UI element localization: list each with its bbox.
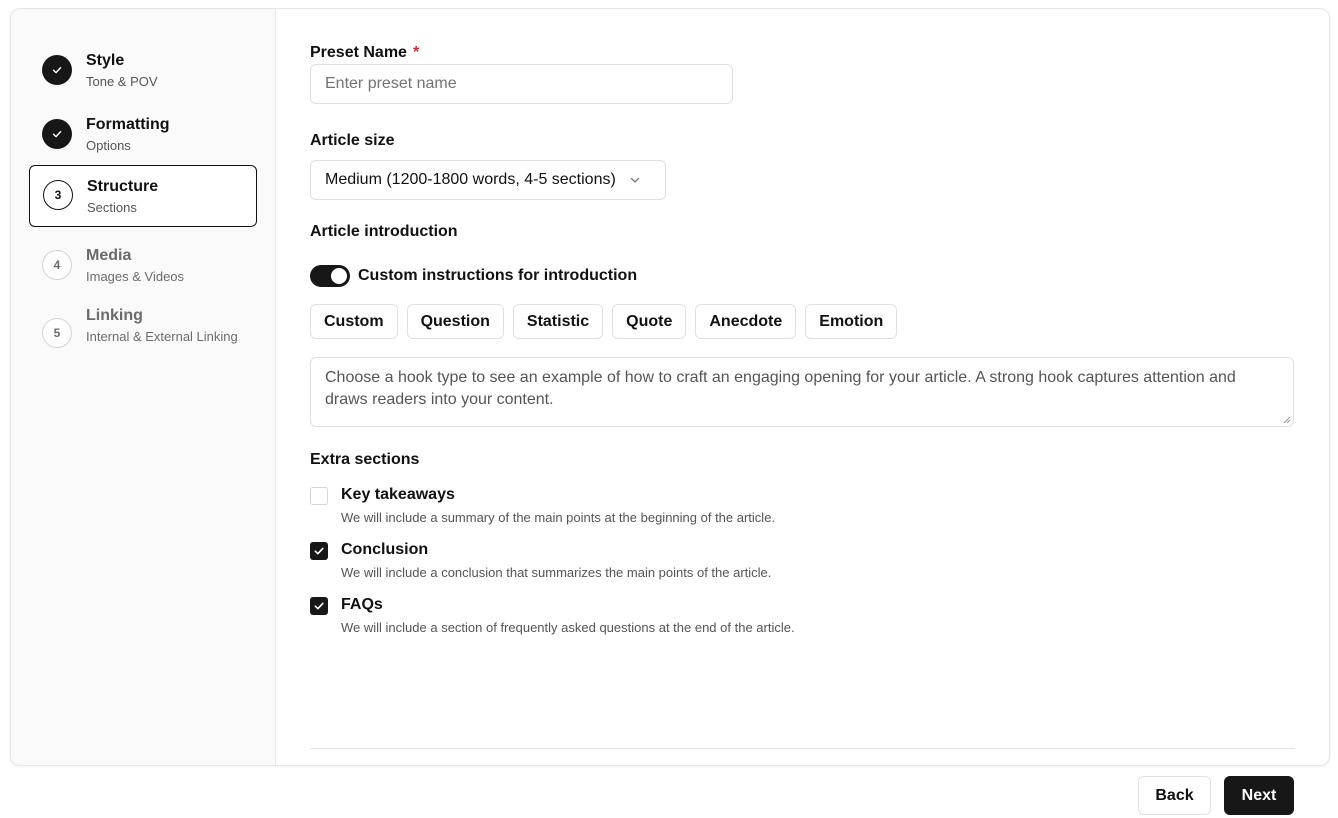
structure-form: Preset Name * Article size Medium (1200-1… [310, 9, 1295, 765]
hook-quote-button[interactable]: Quote [612, 304, 687, 339]
key-takeaways-checkbox[interactable] [310, 487, 328, 505]
step-subtitle: Internal & External Linking [86, 329, 238, 344]
step-style[interactable]: Style Tone & POV [29, 43, 257, 105]
resize-handle-icon[interactable] [1283, 416, 1291, 424]
footer-divider [310, 748, 1295, 749]
step-title: Style [86, 52, 125, 69]
conclusion-title: Conclusion [341, 541, 429, 558]
step-linking[interactable]: 5 Linking Internal & External Linking [29, 302, 257, 374]
conclusion-checkbox[interactable] [310, 542, 328, 560]
intro-instructions-text: Choose a hook type to see an example of … [325, 369, 1236, 408]
extra-sections-label: Extra sections [310, 451, 420, 468]
wizard-card: Style Tone & POV Formatting Options 3 St… [10, 8, 1330, 766]
hook-emotion-button[interactable]: Emotion [805, 304, 898, 339]
check-icon [314, 602, 324, 610]
article-introduction-label: Article introduction [310, 223, 458, 240]
key-takeaways-title: Key takeaways [341, 486, 455, 503]
step-subtitle: Tone & POV [86, 74, 158, 89]
faqs-checkbox[interactable] [310, 597, 328, 615]
step-subtitle: Images & Videos [86, 269, 185, 284]
required-mark: * [412, 44, 420, 61]
toggle-knob [331, 268, 347, 284]
article-size-label: Article size [310, 132, 395, 149]
step-title: Media [86, 247, 132, 264]
step-formatting[interactable]: Formatting Options [29, 107, 257, 169]
preset-name-label: Preset Name * [310, 44, 419, 62]
step-media[interactable]: 4 Media Images & Videos [29, 238, 257, 300]
faqs-title: FAQs [341, 596, 383, 613]
hook-question-button[interactable]: Question [406, 304, 504, 339]
check-icon [42, 119, 72, 149]
hook-type-buttons: Custom Question Statistic Quote Anecdote… [310, 304, 898, 339]
step-structure[interactable]: 3 Structure Sections [29, 165, 257, 227]
step-number: 3 [43, 180, 73, 210]
back-button[interactable]: Back [1138, 776, 1211, 815]
check-icon [314, 547, 324, 555]
step-title: Structure [87, 178, 159, 195]
preset-name-label-text: Preset Name [310, 44, 407, 61]
custom-intro-toggle-label: Custom instructions for introduction [358, 267, 638, 284]
preset-name-input[interactable] [310, 64, 733, 104]
article-size-value: Medium (1200-1800 words, 4-5 sections) [325, 171, 616, 188]
intro-instructions-textarea[interactable]: Choose a hook type to see an example of … [310, 357, 1294, 427]
hook-custom-button[interactable]: Custom [310, 304, 398, 339]
faqs-description: We will include a section of frequently … [341, 620, 795, 635]
step-subtitle: Options [86, 138, 131, 153]
custom-intro-toggle[interactable] [310, 265, 350, 287]
steps-sidebar: Style Tone & POV Formatting Options 3 St… [11, 9, 276, 765]
hook-statistic-button[interactable]: Statistic [512, 304, 604, 339]
hook-anecdote-button[interactable]: Anecdote [695, 304, 797, 339]
next-button[interactable]: Next [1224, 776, 1294, 815]
step-subtitle: Sections [87, 200, 137, 215]
step-number: 5 [42, 318, 72, 348]
chevron-down-icon [630, 177, 639, 183]
key-takeaways-description: We will include a summary of the main po… [341, 510, 776, 525]
check-icon [42, 55, 72, 85]
step-title: Linking [86, 307, 143, 324]
conclusion-description: We will include a conclusion that summar… [341, 565, 772, 580]
step-title: Formatting [86, 116, 170, 133]
step-number: 4 [42, 250, 72, 280]
article-size-select[interactable]: Medium (1200-1800 words, 4-5 sections) [310, 160, 666, 200]
